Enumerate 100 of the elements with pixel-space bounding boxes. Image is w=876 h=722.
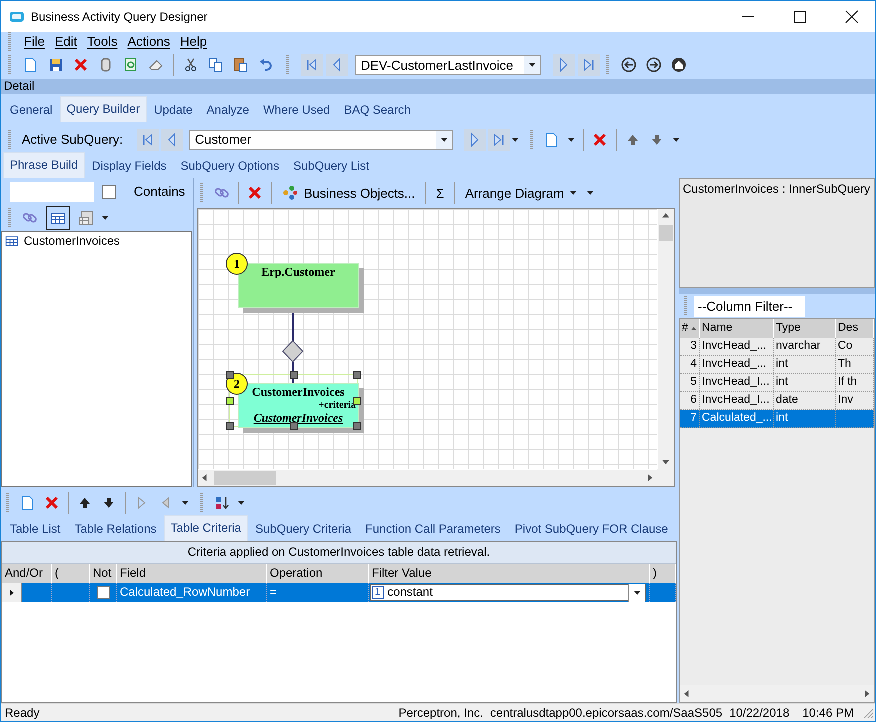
resize-handle[interactable] (290, 371, 298, 379)
not-checkbox[interactable] (96, 586, 110, 599)
caret-icon[interactable] (102, 216, 109, 220)
table-view-button[interactable] (46, 206, 70, 230)
delete-icon[interactable] (592, 132, 608, 148)
calculator-icon[interactable] (78, 210, 94, 226)
caret-icon[interactable] (568, 138, 576, 142)
column-filter-field[interactable]: --Column Filter-- (694, 296, 805, 316)
delete-icon[interactable] (247, 185, 263, 201)
section-label: Detail (4, 79, 35, 93)
tab[interactable]: General (3, 102, 60, 122)
tab[interactable]: Function Call Parameters (358, 521, 508, 541)
column-row[interactable]: 4 InvcHead_... int Th (680, 356, 874, 374)
resize-handle[interactable] (353, 422, 361, 430)
tab[interactable]: BAQ Search (337, 102, 418, 122)
resize-handle[interactable] (226, 422, 234, 430)
tab[interactable]: Table Relations (68, 521, 164, 541)
menu-item[interactable]: Tools (87, 34, 118, 49)
home-icon[interactable] (671, 57, 687, 73)
undo-icon[interactable] (258, 57, 274, 73)
vertical-scrollbar[interactable] (658, 209, 674, 469)
scroll-thumb[interactable] (659, 225, 673, 241)
tab[interactable]: Query Builder (60, 96, 148, 122)
node-title: CustomerInvoices (252, 385, 345, 400)
window-title: Business Activity Query Designer (31, 10, 208, 24)
tab[interactable]: Display Fields (85, 158, 174, 178)
table-cell: int (776, 376, 788, 388)
horizontal-scrollbar[interactable] (198, 470, 657, 486)
new-document-icon[interactable] (23, 57, 39, 73)
column-header[interactable]: # (680, 319, 700, 338)
menu-item[interactable]: File (24, 34, 45, 49)
business-objects-button[interactable]: Business Objects... (280, 185, 418, 201)
menu-item[interactable]: Edit (54, 34, 78, 49)
new-document-icon[interactable] (544, 132, 560, 148)
scissors-icon[interactable] (183, 57, 199, 73)
tab[interactable]: Table Criteria (164, 515, 248, 541)
tab[interactable]: Analyze (200, 102, 256, 122)
tab[interactable]: Table List (3, 521, 68, 541)
filter-value-combo[interactable]: 1 constant (370, 584, 646, 601)
chain-link-icon[interactable] (22, 210, 38, 226)
close-icon (844, 8, 860, 24)
forward-icon[interactable] (646, 57, 662, 73)
column-row[interactable]: 7 Calculated_... int (680, 410, 874, 428)
table-cell: Inv (838, 394, 854, 406)
table-cell: Calculated_RowNumber (117, 583, 267, 602)
tab[interactable]: SubQuery Options (174, 158, 286, 178)
save-icon[interactable] (48, 57, 64, 73)
scroll-thumb[interactable] (214, 471, 276, 485)
node-number-badge: 1 (226, 253, 248, 275)
caret-icon[interactable] (182, 501, 189, 505)
menu-item[interactable]: Actions (128, 34, 170, 49)
sigma-button[interactable]: Σ (434, 186, 446, 200)
table-cell: 7 (690, 412, 697, 424)
paste-icon[interactable] (233, 57, 249, 73)
table-cell: int (776, 358, 788, 370)
criteria-caption: Criteria applied on CustomerInvoices table data retrieval. (2, 542, 676, 564)
overflow-caret-icon[interactable] (587, 191, 594, 195)
status-company: Perceptron, Inc. (398, 706, 484, 720)
overflow-caret-icon[interactable] (512, 138, 520, 142)
copy-icon[interactable] (208, 57, 224, 73)
criteria-row[interactable]: Calculated_RowNumber = 1 constant (2, 583, 676, 602)
column-header[interactable]: Type (774, 319, 836, 338)
table-cell: 6 (690, 394, 697, 406)
contains-label: Contains (134, 184, 186, 199)
horizontal-scrollbar[interactable] (680, 685, 874, 702)
sort-icon[interactable] (214, 495, 230, 511)
contains-checkbox[interactable] (102, 184, 116, 198)
delete-icon[interactable] (44, 495, 60, 511)
subquery-info: CustomerInvoices : InnerSubQuery (683, 182, 870, 196)
column-header[interactable]: Des (836, 319, 874, 338)
tab[interactable]: Where Used (256, 102, 338, 122)
table-list-item[interactable]: CustomerInvoices (24, 234, 120, 248)
tab[interactable]: SubQuery List (286, 158, 377, 178)
table-cell: InvcHead_I... (702, 394, 770, 406)
table-cell: InvcHead_I... (702, 376, 770, 388)
overflow-caret-icon[interactable] (673, 138, 680, 142)
tab[interactable]: Phrase Build (3, 152, 86, 178)
delete-icon[interactable] (73, 57, 89, 73)
arrange-diagram-button[interactable]: Arrange Diagram (463, 186, 580, 200)
status-text: Ready (5, 706, 40, 720)
table-search-field[interactable] (10, 182, 94, 202)
caret-icon[interactable] (238, 501, 245, 505)
new-document-icon[interactable] (20, 495, 36, 511)
resize-handle[interactable] (353, 371, 361, 379)
table-cell: InvcHead_... (702, 340, 767, 352)
resize-handle[interactable] (226, 396, 234, 404)
tab[interactable]: Pivot SubQuery FOR Clause (508, 521, 676, 541)
tab[interactable]: SubQuery Criteria (248, 521, 359, 541)
menu-item[interactable]: Help (180, 34, 208, 49)
value-type-icon[interactable]: 1 (372, 586, 384, 599)
column-row[interactable]: 3 InvcHead_... nvarchar Co (680, 338, 874, 356)
resize-handle[interactable] (226, 371, 234, 379)
chain-link-icon[interactable] (214, 185, 230, 201)
column-header[interactable]: Name (700, 319, 774, 338)
table-cell: 3 (690, 340, 697, 352)
subquery-combo[interactable]: Customer (189, 130, 454, 150)
query-combo[interactable]: DEV-CustomerLastInvoice (355, 55, 541, 75)
column-row[interactable]: 5 InvcHead_I... int If th (680, 374, 874, 392)
back-icon[interactable] (621, 57, 637, 73)
tab[interactable]: Update (147, 102, 200, 122)
